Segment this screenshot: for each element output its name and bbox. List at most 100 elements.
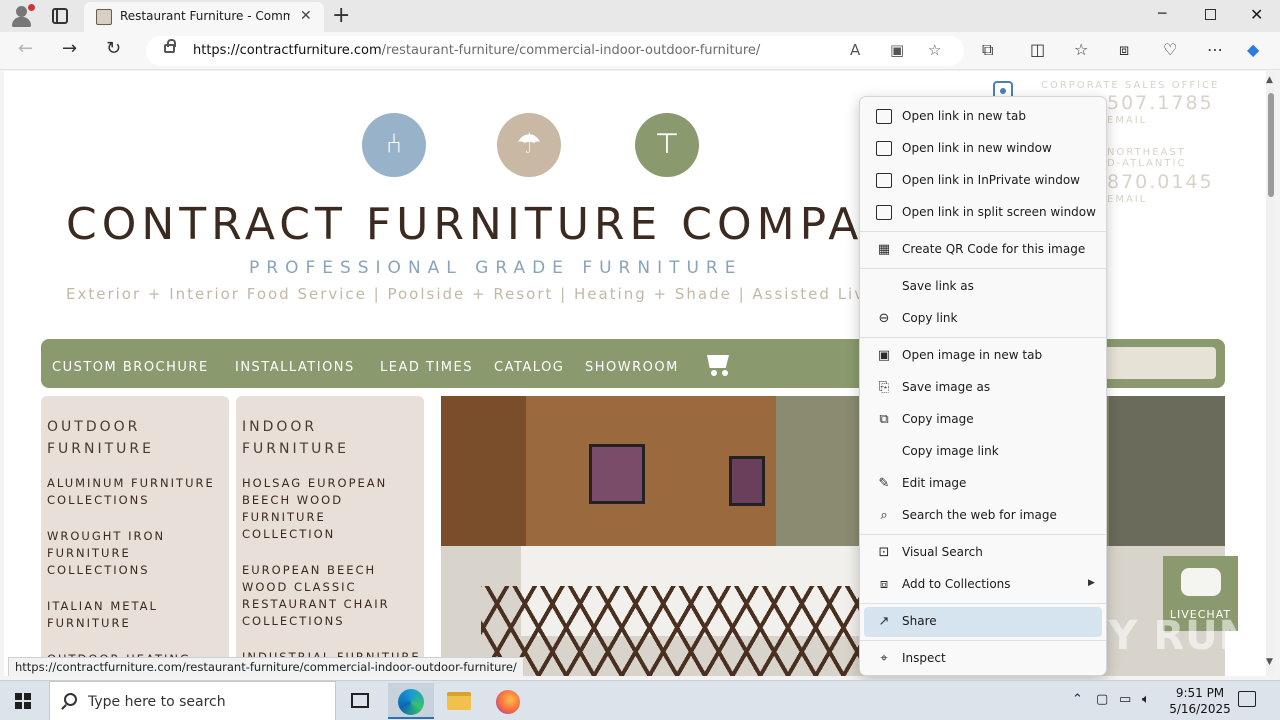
favorites-icon[interactable]: ☆ xyxy=(1074,40,1088,59)
site-subline: Exterior + Interior Food Service | Pools… xyxy=(66,285,895,303)
menu-search-web-for-image[interactable]: ⌕ Search the web for image xyxy=(864,501,1102,531)
site-search-input[interactable] xyxy=(1104,347,1216,379)
forward-button[interactable]: → xyxy=(62,38,77,59)
tray-device-icon[interactable]: ▢ xyxy=(1096,692,1108,707)
system-clock[interactable]: 9:51 PM 5/16/2025 xyxy=(1160,685,1240,717)
browser-essentials-icon[interactable]: ♡ xyxy=(1163,40,1177,59)
tray-chevron-icon[interactable]: ⌃ xyxy=(1072,692,1083,707)
extensions-icon[interactable]: ⧉ xyxy=(982,40,993,60)
menu-copy-link[interactable]: ⊖ Copy link xyxy=(864,304,1102,334)
tab-strip: Restaurant Furniture - Commercial Indoor… xyxy=(0,0,1280,32)
maximize-button[interactable] xyxy=(1205,9,1216,20)
outdoor-heading[interactable]: OUTDOOR FURNITURE xyxy=(47,416,223,460)
split-screen-icon[interactable]: ◫ xyxy=(1030,40,1045,59)
menu-item-label: Open link in new tab xyxy=(902,109,1026,123)
copilot-icon[interactable]: ◆ xyxy=(1247,40,1259,59)
search-icon xyxy=(64,693,77,706)
immersive-reader-icon[interactable]: ▣ xyxy=(890,41,904,59)
menu-edit-image[interactable]: ✎ Edit image xyxy=(864,469,1102,499)
menu-copy-image[interactable]: ⧉ Copy image xyxy=(864,405,1102,435)
menu-separator xyxy=(860,231,1106,232)
menu-inspect[interactable]: ⌖ Inspect xyxy=(864,644,1102,674)
menu-item-label: Copy link xyxy=(902,311,958,325)
outdoor-item-aluminum[interactable]: ALUMINUM FURNITURE COLLECTIONS xyxy=(47,475,227,509)
task-view-icon xyxy=(351,693,369,708)
image-tab-icon: ▣ xyxy=(877,348,891,363)
menu-open-link-new-window[interactable]: Open link in new window xyxy=(864,134,1102,164)
navigation-bar: ← → ↻ https://contractfurniture.com/rest… xyxy=(0,32,1280,70)
menu-add-to-collections[interactable]: ⧈ Add to Collections ▶ xyxy=(864,570,1102,600)
taskbar: Type here to search ⌃ ▢ ▭ 🔈︎ 9:51 PM 5/1… xyxy=(0,680,1280,720)
menu-item-label: Search the web for image xyxy=(902,508,1057,522)
menu-open-link-inprivate[interactable]: Open link in InPrivate window xyxy=(864,166,1102,196)
outdoor-furniture-card: OUTDOOR FURNITURE ALUMINUM FURNITURE COL… xyxy=(41,396,229,676)
image-search-icon: ⌕ xyxy=(880,508,888,523)
table-category-icon[interactable]: ⊤ xyxy=(635,113,699,177)
menu-open-link-new-tab[interactable]: Open link in new tab xyxy=(864,102,1102,132)
office-email-link[interactable]: EMAIL xyxy=(1107,115,1147,126)
tab-actions-icon[interactable] xyxy=(52,8,68,24)
umbrella-category-icon[interactable]: ☂ xyxy=(497,113,561,177)
scroll-up-arrow-icon[interactable]: ▲ xyxy=(1266,75,1273,85)
menu-item-label: Copy image xyxy=(902,412,974,426)
indoor-item-holsag[interactable]: HOLSAG EUROPEAN BEECH WOOD FURNITURE COL… xyxy=(242,475,422,543)
menu-share[interactable]: ↗ Share xyxy=(864,607,1102,637)
url-text[interactable]: https://contractfurniture.com/restaurant… xyxy=(193,43,760,58)
menu-installations[interactable]: INSTALLATIONS xyxy=(235,360,355,375)
office-phone[interactable]: 507.1785 xyxy=(1107,92,1214,114)
profile-icon[interactable] xyxy=(10,4,35,28)
scrollbar-thumb[interactable] xyxy=(1268,93,1274,197)
indoor-item-beech-wood[interactable]: EUROPEAN BEECH WOOD CLASSIC RESTAURANT C… xyxy=(242,562,422,630)
outdoor-item-italian-metal[interactable]: ITALIAN METAL FURNITURE xyxy=(47,598,227,632)
back-button[interactable]: ← xyxy=(18,38,33,59)
region-label-2: D-ATLANTIC xyxy=(1107,158,1187,169)
taskbar-search-input[interactable]: Type here to search xyxy=(49,681,336,720)
reload-button[interactable]: ↻ xyxy=(106,38,121,59)
menu-open-image-new-tab[interactable]: ▣ Open image in new tab xyxy=(864,341,1102,371)
new-tab-icon xyxy=(876,109,892,124)
region-email-link[interactable]: EMAIL xyxy=(1107,194,1147,205)
menu-catalog[interactable]: CATALOG xyxy=(494,360,564,375)
menu-create-qr-code[interactable]: ▦ Create QR Code for this image xyxy=(864,235,1102,265)
edge-taskbar-button[interactable] xyxy=(388,683,434,719)
menu-open-link-split-screen[interactable]: Open link in split screen window xyxy=(864,198,1102,228)
outdoor-item-wrought-iron[interactable]: WROUGHT IRON FURNITURE COLLECTIONS xyxy=(47,528,227,579)
menu-custom-brochure[interactable]: CUSTOM BROCHURE xyxy=(52,360,209,375)
cart-icon[interactable] xyxy=(703,351,733,377)
favorite-star-icon[interactable]: ☆ xyxy=(928,41,941,59)
menu-save-image-as[interactable]: ⎘ Save image as xyxy=(864,373,1102,403)
menu-separator xyxy=(860,603,1106,604)
region-phone[interactable]: 870.0145 xyxy=(1107,171,1214,193)
network-icon[interactable]: ▭ xyxy=(1119,692,1131,707)
new-tab-button[interactable]: + xyxy=(332,3,350,28)
menu-item-label: Save image as xyxy=(902,380,991,394)
close-window-button[interactable]: ✕ xyxy=(1250,5,1263,24)
tab-title: Restaurant Furniture - Commercial Indoor… xyxy=(120,9,290,23)
browser-tab[interactable]: Restaurant Furniture - Commercial Indoor… xyxy=(84,2,324,32)
more-menu-icon[interactable]: ⋯ xyxy=(1207,40,1223,59)
tab-close-icon[interactable]: ✕ xyxy=(300,8,312,24)
menu-item-label: Open link in split screen window xyxy=(902,205,1096,219)
minimize-button[interactable]: ─ xyxy=(1158,6,1166,22)
task-view-button[interactable] xyxy=(337,683,383,719)
firefox-taskbar-button[interactable] xyxy=(485,683,531,719)
notification-center-icon[interactable] xyxy=(1238,691,1256,707)
collections-icon: ⧈ xyxy=(879,577,889,592)
address-bar[interactable]: https://contractfurniture.com/restaurant… xyxy=(146,36,964,66)
collections-icon[interactable]: ⧈ xyxy=(1119,40,1129,60)
site-title[interactable]: CONTRACT FURNITURE COMPANY xyxy=(66,199,933,250)
menu-save-link-as[interactable]: Save link as xyxy=(864,272,1102,302)
scroll-down-arrow-icon[interactable]: ▼ xyxy=(1266,657,1273,667)
menu-visual-search[interactable]: ⊡ Visual Search xyxy=(864,538,1102,568)
lock-icon[interactable] xyxy=(164,39,176,53)
volume-icon[interactable]: 🔈︎ xyxy=(1142,692,1150,707)
menu-showroom[interactable]: SHOWROOM xyxy=(585,360,679,375)
chair-category-icon[interactable]: ⑃ xyxy=(362,113,426,177)
visual-search-icon: ⊡ xyxy=(878,545,890,560)
file-explorer-button[interactable] xyxy=(436,683,482,719)
windows-start-icon[interactable] xyxy=(15,693,31,709)
menu-copy-image-link[interactable]: Copy image link xyxy=(864,437,1102,467)
indoor-heading[interactable]: INDOOR FURNITURE xyxy=(242,416,418,460)
read-aloud-icon[interactable]: A xyxy=(850,41,860,59)
menu-lead-times[interactable]: LEAD TIMES xyxy=(380,360,473,375)
